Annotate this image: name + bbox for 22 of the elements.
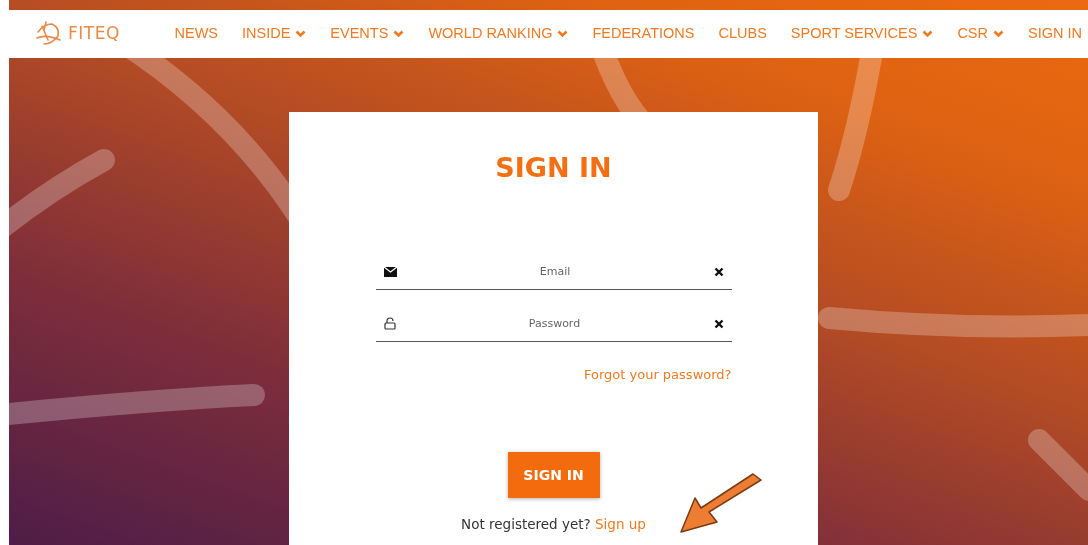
clear-icon[interactable] bbox=[713, 318, 724, 329]
email-field[interactable]: Email bbox=[396, 262, 714, 282]
nav-link[interactable]: NEWS bbox=[174, 23, 218, 45]
form-title: SIGN IN bbox=[494, 152, 613, 185]
signup-prompt: Not registered yet? Sign up bbox=[461, 516, 646, 533]
nav-link[interactable]: INSIDE bbox=[242, 23, 307, 45]
nav-link[interactable]: EVENTS bbox=[330, 23, 405, 45]
nav-link[interactable]: FEDERATIONS bbox=[592, 23, 695, 45]
clear-icon[interactable] bbox=[713, 266, 724, 277]
password-field[interactable]: Password bbox=[395, 314, 714, 334]
logo-icon bbox=[34, 20, 64, 48]
envelope-icon bbox=[383, 266, 397, 277]
nav-link[interactable]: WORLD RANKING bbox=[428, 23, 569, 45]
forgot-password-link[interactable]: Forgot your password? bbox=[584, 367, 732, 383]
nav-link[interactable]: CSR bbox=[957, 23, 1004, 45]
nav-link[interactable]: CLUBS bbox=[718, 23, 767, 45]
nav-link[interactable]: SIGN IN bbox=[1028, 23, 1082, 45]
sign-up-link[interactable]: Sign up bbox=[595, 516, 646, 533]
sign-in-button[interactable]: SIGN IN bbox=[507, 452, 600, 499]
logo-text: FITEQ bbox=[68, 22, 120, 46]
padlock-icon bbox=[383, 317, 396, 331]
nav-link[interactable]: SPORT SERVICES bbox=[790, 23, 934, 45]
